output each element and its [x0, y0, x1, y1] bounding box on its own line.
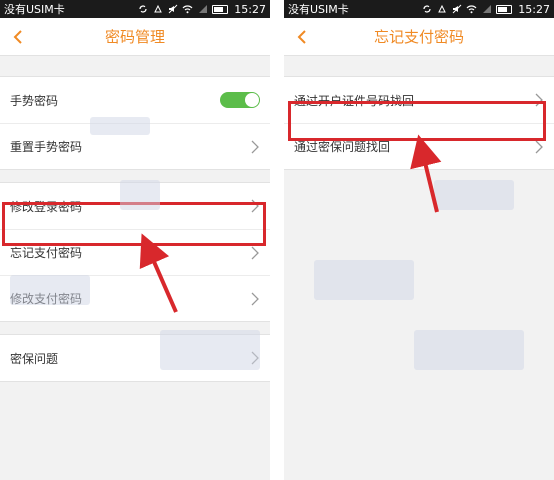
watermark-smudge	[120, 180, 160, 210]
carrier-text: 没有USIM卡	[4, 3, 65, 16]
recovery-options-group: 通过开户证件号码找回 通过密保问题找回	[284, 76, 554, 170]
title-bar: 密码管理	[0, 18, 270, 56]
toggle-knob	[245, 93, 259, 107]
recover-by-security-question-row[interactable]: 通过密保问题找回	[284, 123, 554, 169]
gesture-password-label: 手势密码	[10, 93, 59, 108]
back-button[interactable]	[292, 27, 312, 47]
gesture-status-icon	[152, 4, 163, 15]
battery-icon	[496, 4, 513, 14]
forgot-pay-password-label: 忘记支付密码	[10, 246, 83, 260]
no-signal-icon	[197, 4, 208, 15]
recover-by-id-row[interactable]: 通过开户证件号码找回	[284, 77, 554, 123]
gesture-password-toggle[interactable]	[220, 92, 260, 108]
chevron-right-icon	[250, 140, 260, 154]
battery-icon	[212, 4, 229, 14]
watermark-smudge	[90, 117, 150, 135]
watermark-smudge	[434, 180, 514, 210]
watermark-smudge	[414, 330, 524, 370]
back-button[interactable]	[8, 27, 28, 47]
mute-icon	[167, 4, 178, 15]
watermark-smudge	[160, 330, 260, 370]
mute-icon	[451, 4, 462, 15]
chevron-right-icon	[534, 93, 544, 107]
page-title: 忘记支付密码	[373, 28, 464, 46]
forgot-pay-password-row[interactable]: 忘记支付密码	[0, 229, 270, 275]
chevron-right-icon	[250, 292, 260, 306]
chevron-left-icon	[13, 30, 22, 44]
title-bar: 忘记支付密码	[284, 18, 554, 56]
sync-icon	[421, 4, 432, 15]
no-signal-icon	[481, 4, 492, 15]
page-title: 密码管理	[104, 28, 165, 46]
gesture-status-icon	[436, 4, 447, 15]
reset-gesture-label: 重置手势密码	[10, 140, 83, 154]
recover-by-id-label: 通过开户证件号码找回	[294, 93, 415, 108]
chevron-right-icon	[250, 246, 260, 260]
chevron-left-icon	[297, 30, 306, 44]
status-bar: 没有USIM卡 15:27	[0, 0, 270, 18]
chevron-right-icon	[534, 140, 544, 154]
sync-icon	[137, 4, 148, 15]
wifi-icon	[466, 4, 477, 15]
wifi-icon	[182, 4, 193, 15]
watermark-smudge	[314, 260, 414, 300]
carrier-text: 没有USIM卡	[288, 3, 349, 16]
watermark-smudge	[10, 275, 90, 305]
status-bar: 没有USIM卡 15:27	[284, 0, 554, 18]
clock-text: 15:27	[234, 2, 266, 16]
clock-text: 15:27	[518, 2, 550, 16]
left-screen: 没有USIM卡 15:27 密码管理 手势密码 重置手势密码 修改登录密码 忘记…	[0, 0, 270, 480]
recover-by-security-question-label: 通过密保问题找回	[294, 140, 391, 154]
right-screen: 没有USIM卡 15:27 忘记支付密码 通过开户证件号码找回 通过密保问题找回	[284, 0, 554, 480]
chevron-right-icon	[250, 199, 260, 213]
